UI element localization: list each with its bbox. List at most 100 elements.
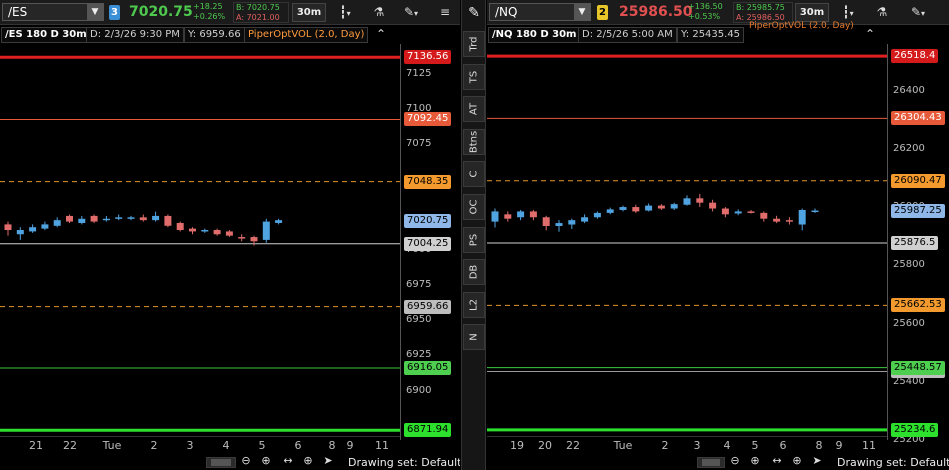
study-label[interactable]: PiperOptVOL (2.0, Day) — [749, 21, 854, 31]
symbol-selector[interactable]: /ES ▼ — [2, 3, 104, 21]
candle-20 — [747, 209, 755, 214]
side-tab-n[interactable]: N — [463, 324, 485, 351]
chart-title: /ES 180 D 30m — [1, 27, 91, 43]
horizontal-scrollbar[interactable] — [697, 457, 725, 468]
flask-icon[interactable]: ⚗ — [368, 3, 390, 22]
side-tab-db[interactable]: DB — [463, 259, 485, 286]
price-tick: 6950 — [406, 314, 432, 326]
study-label[interactable]: PiperOptVOL (2.0, Day) — [244, 27, 369, 43]
last-price: 25986.50 — [619, 4, 693, 20]
chart-toolbar-bottom: ⊖ ⊕ ↔ ⊕ ➤ Drawing set: Default — [487, 454, 949, 470]
link-group-badge[interactable]: 3 — [109, 5, 120, 20]
crosshair-icon[interactable]: ⊕ — [300, 454, 316, 467]
time-tick: 6 — [294, 439, 302, 452]
collapse-icon[interactable]: ⌃ — [859, 25, 881, 44]
side-tab-oc[interactable]: OC — [463, 194, 485, 220]
candle-5 — [555, 220, 563, 232]
time-tick: 3 — [693, 439, 701, 452]
level-price-tag: 26090.47 — [891, 173, 945, 188]
candle-17 — [213, 228, 221, 236]
side-tab-label: N — [468, 333, 480, 342]
side-tab-btns[interactable]: Btns — [463, 128, 485, 155]
price-tick: 6975 — [406, 278, 432, 290]
price-tick: 25600 — [893, 317, 925, 329]
symbol-selector[interactable]: /NQ ▼ — [489, 3, 591, 21]
side-tab-trd[interactable]: Trd — [463, 31, 485, 57]
chevron-down-icon[interactable]: ▼ — [574, 4, 590, 20]
price-axis[interactable]: 712571007075700069756950692569007136.567… — [400, 44, 460, 440]
zoom-in-icon[interactable]: ⊕ — [747, 454, 763, 467]
side-tab-l2[interactable]: L2 — [463, 291, 485, 318]
candle-22 — [773, 215, 781, 224]
candle-8 — [102, 215, 110, 222]
level-price-tag: 25987.25 — [891, 203, 945, 218]
candlestick-icon[interactable]: ┇▾ — [334, 3, 356, 22]
zoom-out-icon[interactable]: ⊖ — [727, 454, 743, 467]
candle-22 — [275, 218, 283, 225]
time-tick: 4 — [723, 439, 731, 452]
candle-19 — [238, 234, 246, 242]
price-change: +18.25 +0.26% — [193, 2, 225, 22]
price-plot[interactable] — [0, 44, 400, 440]
crosshair-icon[interactable]: ⊕ — [789, 454, 805, 467]
candle-25 — [811, 208, 819, 213]
cursor-icon[interactable]: ➤ — [809, 454, 825, 467]
drawing-icon[interactable]: ✎▾ — [400, 3, 422, 22]
drawing-set-label[interactable]: Drawing set: Default — [837, 456, 949, 469]
zoom-out-icon[interactable]: ⊖ — [238, 454, 254, 467]
side-tab-label: C — [468, 170, 480, 178]
drawing-set-label[interactable]: Drawing set: Default — [348, 456, 460, 469]
side-tab-ts[interactable]: TS — [463, 63, 485, 90]
pan-icon[interactable]: ↔ — [280, 454, 296, 467]
symbol-text: /NQ — [495, 5, 518, 19]
candlestick-chart[interactable] — [0, 44, 400, 440]
time-tick: 4 — [222, 439, 230, 452]
chart-header: /ES ▼ 3 7020.75 +18.25 +0.26% B: 7020.75… — [0, 0, 460, 25]
price-axis[interactable]: 2640026200260002580025600254002520026518… — [887, 44, 947, 445]
price-change: +136.50 +0.53% — [688, 2, 723, 22]
candle-10 — [127, 215, 135, 221]
side-tab-label: L2 — [468, 298, 480, 311]
bid-price: B: 25985.75 — [736, 3, 785, 12]
candle-9 — [115, 214, 123, 221]
cursor-icon[interactable]: ➤ — [320, 454, 336, 467]
timeframe-button[interactable]: 30m — [292, 3, 326, 22]
candle-6 — [78, 215, 86, 225]
candle-16 — [696, 193, 704, 208]
level-price-tag: 7048.35 — [404, 174, 452, 189]
timeframe-button[interactable]: 30m — [795, 3, 829, 22]
chart-panel-es: /ES ▼ 3 7020.75 +18.25 +0.26% B: 7020.75… — [0, 0, 460, 470]
horizontal-scrollbar[interactable] — [206, 457, 236, 468]
price-plot[interactable] — [487, 44, 887, 440]
menu-icon[interactable]: ≡ — [434, 3, 456, 22]
time-tick: 8 — [815, 439, 823, 452]
side-panel: ✎ Trd TS AT Btns C OC PS DB L2 N — [461, 0, 486, 470]
candle-9 — [606, 207, 614, 215]
time-tick: 5 — [751, 439, 759, 452]
side-tab-at[interactable]: AT — [463, 96, 485, 123]
time-tick: 21 — [29, 439, 43, 452]
candle-0 — [4, 221, 12, 236]
pan-icon[interactable]: ↔ — [769, 454, 785, 467]
side-tab-c[interactable]: C — [463, 161, 485, 188]
time-axis[interactable]: 21 22 Tue 2 3 4 5 6 8 9 11 — [0, 436, 400, 454]
time-axis[interactable]: 19 20 22 Tue 2 3 4 5 6 8 9 11 — [487, 436, 887, 454]
chart-header: /NQ ▼ 2 25986.50 +136.50 +0.53% B: 25985… — [487, 0, 949, 25]
side-tab-ps[interactable]: PS — [463, 226, 485, 253]
collapse-icon[interactable]: ⌃ — [370, 25, 392, 44]
candle-18 — [225, 230, 233, 238]
drawing-tool-icon[interactable]: ✎ — [464, 3, 484, 23]
side-tab-label: AT — [468, 103, 480, 116]
candle-3 — [529, 209, 537, 221]
chevron-down-icon[interactable]: ▼ — [87, 4, 103, 20]
time-tick: 22 — [566, 439, 580, 452]
candlestick-chart[interactable] — [487, 44, 887, 440]
chart-title: /NQ 180 D 30m — [488, 27, 581, 43]
drawing-icon[interactable]: ✎▾ — [907, 3, 929, 22]
link-group-badge[interactable]: 2 — [597, 5, 608, 20]
flask-icon[interactable]: ⚗ — [871, 3, 893, 22]
zoom-in-icon[interactable]: ⊕ — [258, 454, 274, 467]
candle-19 — [734, 209, 742, 216]
candle-7 — [90, 214, 98, 223]
candlestick-icon[interactable]: ┇▾ — [837, 3, 859, 22]
